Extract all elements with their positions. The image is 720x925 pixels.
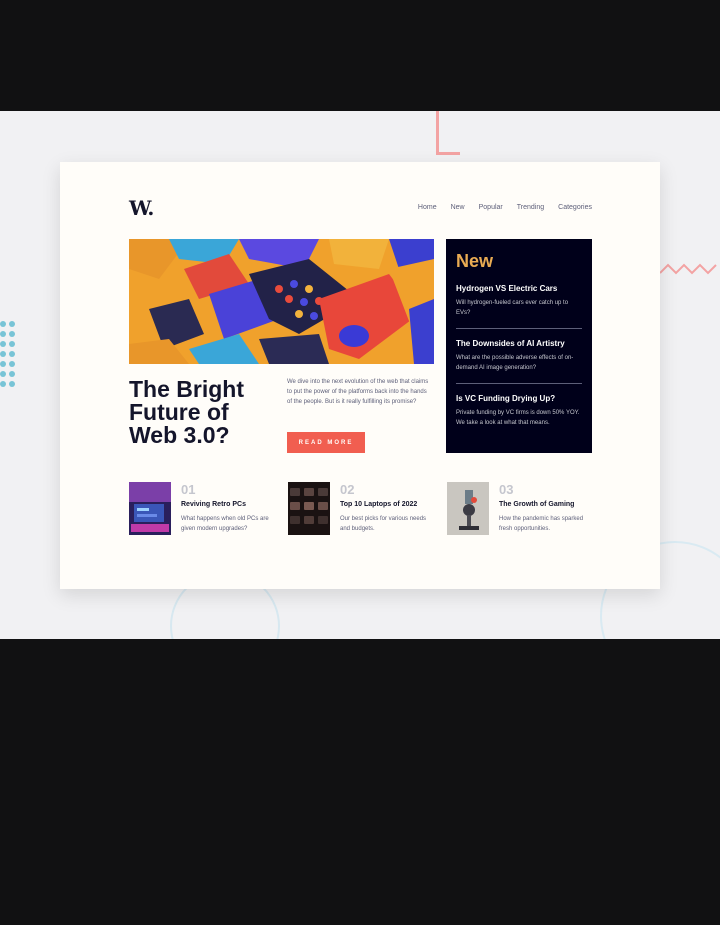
nav-home[interactable]: Home [418,204,437,211]
nav-categories[interactable]: Categories [558,204,592,211]
main-nav: Home New Popular Trending Categories [418,204,592,211]
nav-new[interactable]: New [451,204,465,211]
new-item-title[interactable]: The Downsides of AI Artistry [456,339,582,348]
new-item[interactable]: The Downsides of AI Artistry What are th… [456,339,582,384]
logo[interactable]: W. [129,196,154,220]
hero-description: We dive into the next evolution of the w… [287,379,429,405]
article-number: 03 [499,482,514,497]
article-desc: How the pandemic has sparked fresh oppor… [499,516,584,532]
article-list: 01 Reviving Retro PCs What happens when … [129,482,592,535]
article-number: 02 [340,482,355,497]
decorative-wave [660,263,717,275]
preview-stage: W. Home New Popular Trending Categories [0,111,720,639]
decorative-dots [0,321,18,391]
new-item[interactable]: Is VC Funding Drying Up? Private funding… [456,394,582,438]
new-item-desc: Will hydrogen-fueled cars ever catch up … [456,300,569,316]
retro-pc-thumbnail [129,482,171,535]
gaming-thumbnail [447,482,489,535]
hero-headline: The Bright Future of Web 3.0? [129,376,244,448]
new-item-desc: What are the possible adverse effects of… [456,355,574,371]
new-panel: New Hydrogen VS Electric Cars Will hydro… [446,239,592,453]
article-item[interactable]: 03 The Growth of Gaming How the pandemic… [447,482,592,535]
new-item-title[interactable]: Is VC Funding Drying Up? [456,394,582,403]
article-number: 01 [181,482,196,497]
article-title[interactable]: Top 10 Laptops of 2022 [340,501,433,508]
new-item-title[interactable]: Hydrogen VS Electric Cars [456,284,582,293]
read-more-button[interactable]: READ MORE [287,432,365,453]
article-desc: What happens when old PCs are given mode… [181,516,269,532]
news-homepage-card: W. Home New Popular Trending Categories [60,162,660,589]
article-item[interactable]: 01 Reviving Retro PCs What happens when … [129,482,274,535]
article-title[interactable]: The Growth of Gaming [499,501,592,508]
article-desc: Our best picks for various needs and bud… [340,516,427,532]
laptop-keys-thumbnail [288,482,330,535]
decorative-bracket [436,111,460,155]
article-item[interactable]: 02 Top 10 Laptops of 2022 Our best picks… [288,482,433,535]
nav-trending[interactable]: Trending [517,204,544,211]
article-title[interactable]: Reviving Retro PCs [181,501,274,508]
hero-image [129,239,434,364]
new-panel-title: New [456,251,494,271]
nav-popular[interactable]: Popular [479,204,503,211]
new-item[interactable]: Hydrogen VS Electric Cars Will hydrogen-… [456,284,582,329]
new-item-desc: Private funding by VC firms is down 50% … [456,410,580,426]
